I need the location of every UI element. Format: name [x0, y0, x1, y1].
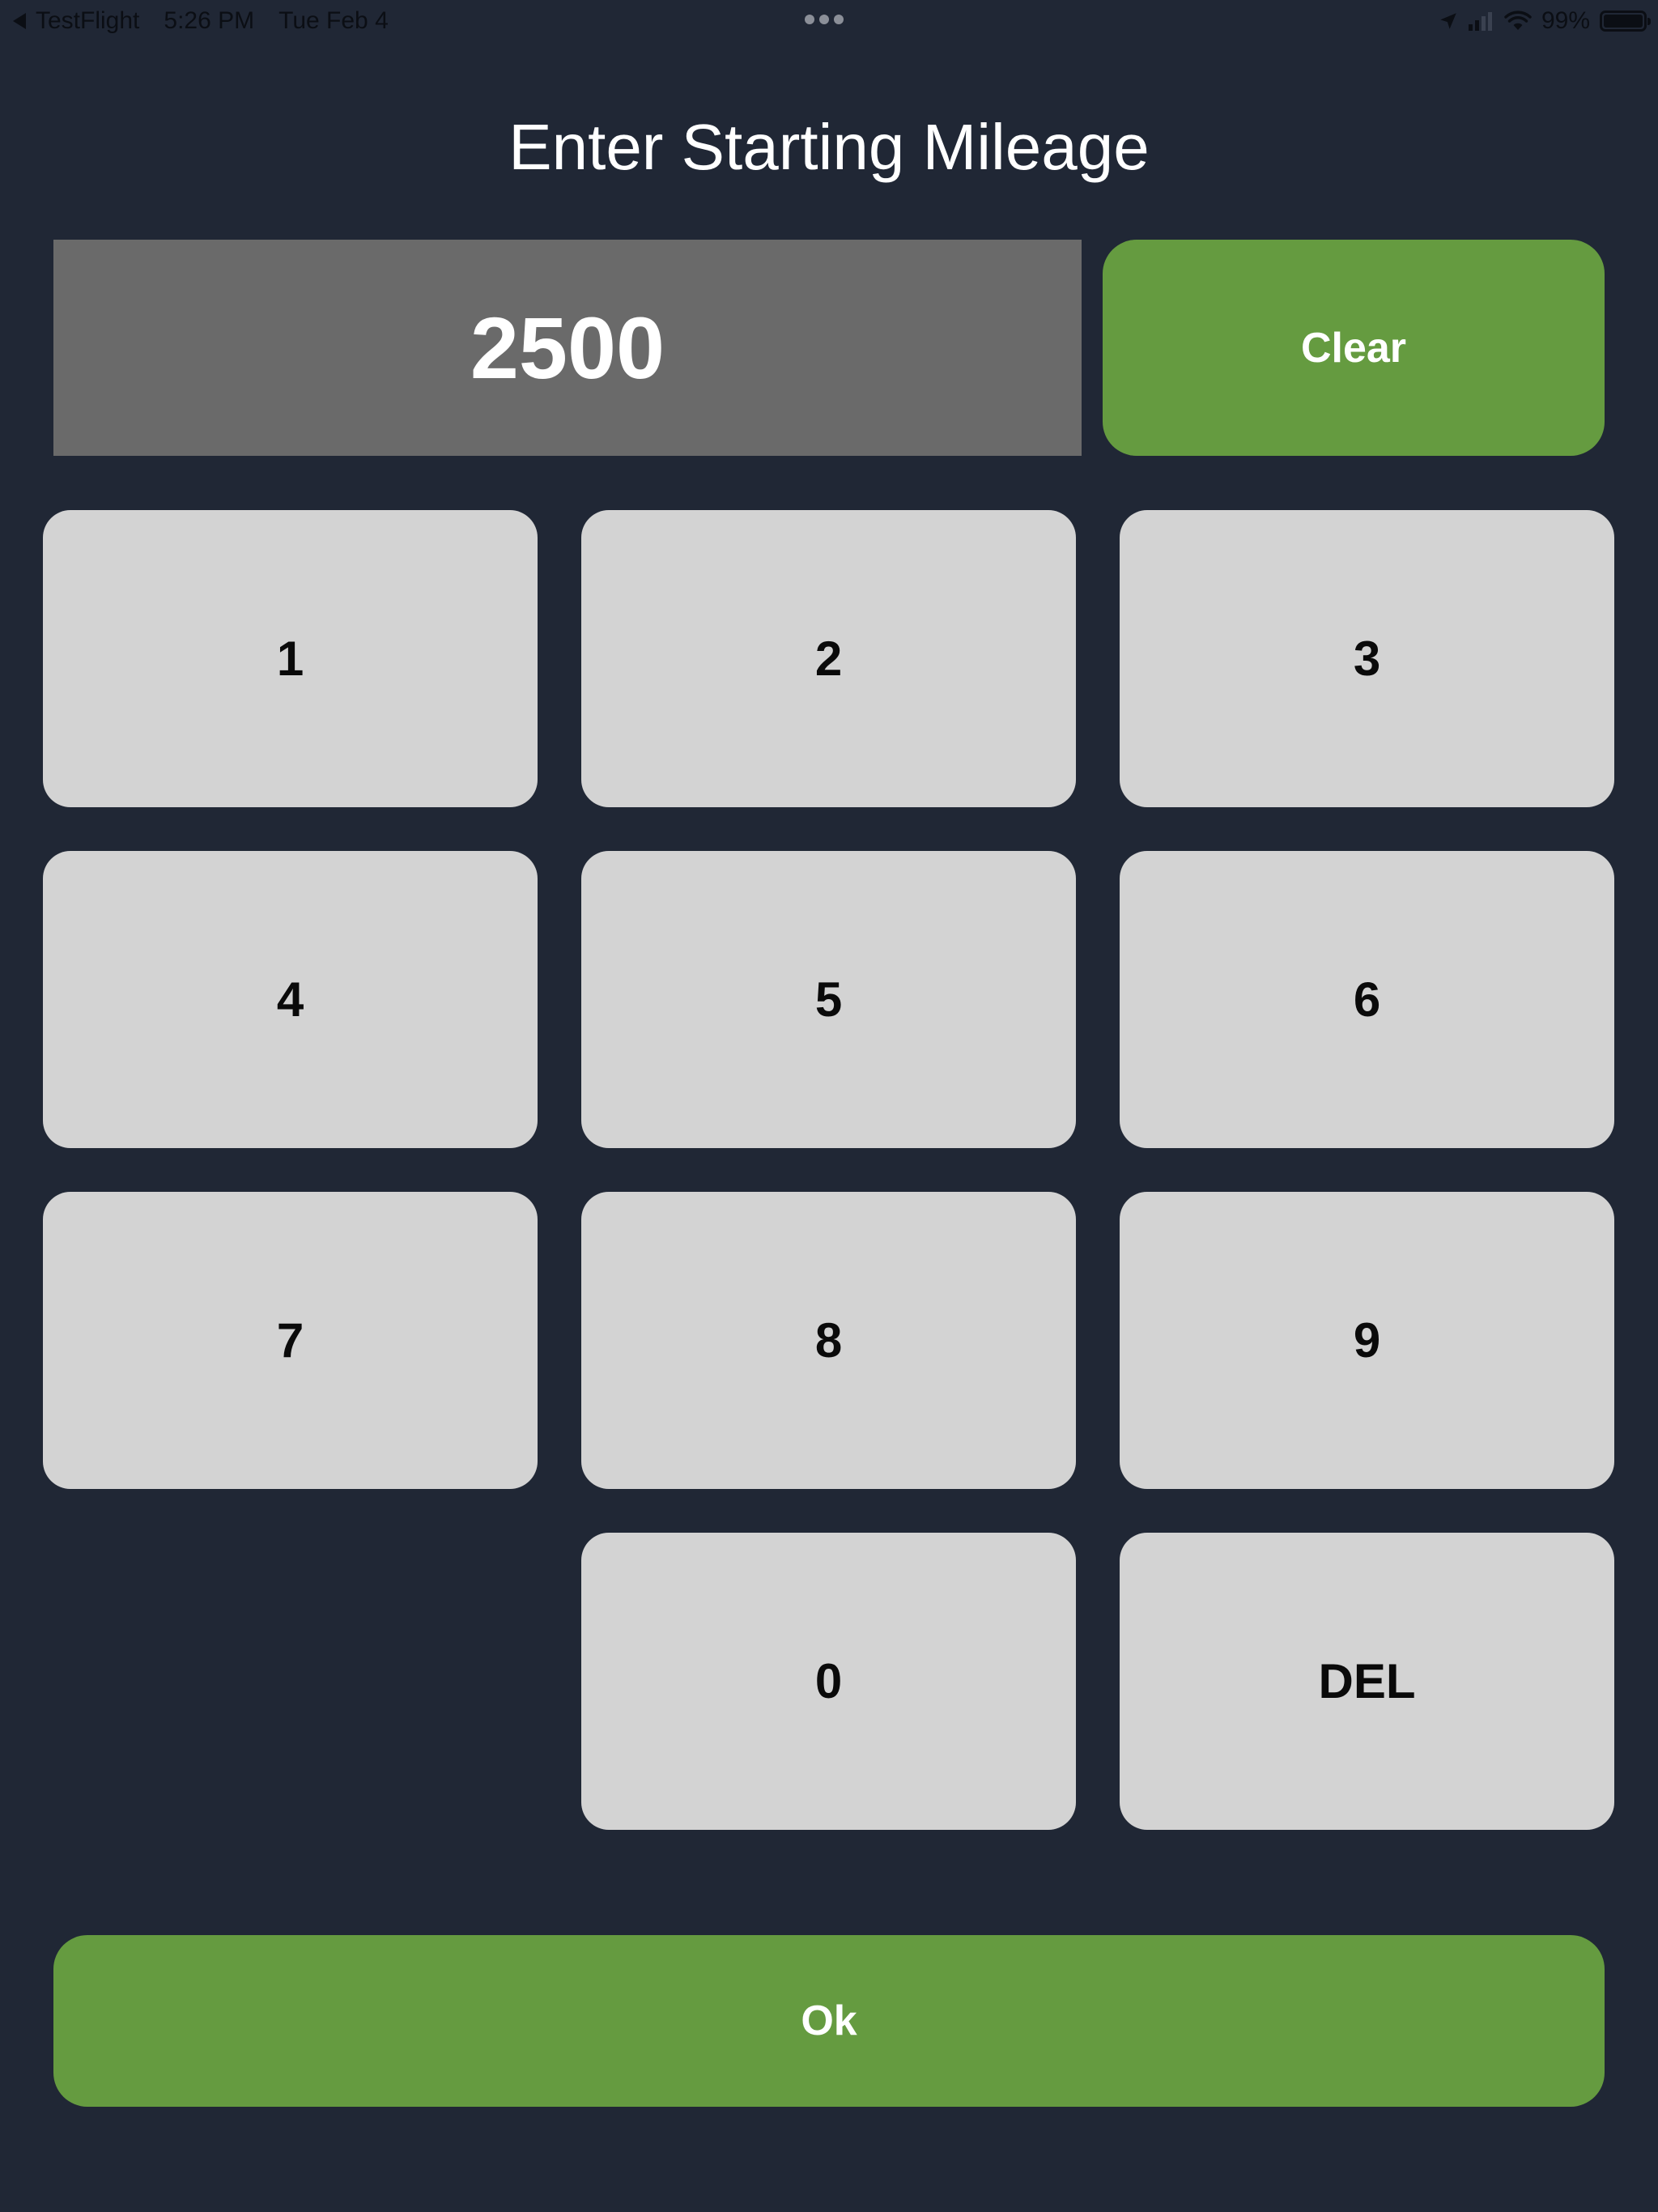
status-bar: TestFlight 5:26 PM Tue Feb 4 99% [0, 0, 1658, 42]
page-title: Enter Starting Mileage [508, 111, 1150, 183]
back-arrow-icon[interactable] [13, 13, 26, 29]
ok-button[interactable]: Ok [53, 1935, 1605, 2107]
cell-signal-icon [1468, 11, 1494, 31]
status-left[interactable]: TestFlight 5:26 PM Tue Feb 4 [13, 6, 413, 36]
location-arrow-icon [1440, 13, 1456, 29]
key-5[interactable]: 5 [581, 851, 1076, 1148]
multitasking-dots-icon[interactable] [805, 15, 848, 24]
battery-icon [1600, 11, 1651, 32]
key-8[interactable]: 8 [581, 1192, 1076, 1489]
key-4[interactable]: 4 [43, 851, 538, 1148]
clear-button[interactable]: Clear [1103, 240, 1605, 456]
back-app-label[interactable]: TestFlight [36, 7, 139, 35]
key-9[interactable]: 9 [1120, 1192, 1614, 1489]
key-0[interactable]: 0 [581, 1533, 1076, 1830]
mileage-display: 2500 [53, 240, 1082, 456]
key-6[interactable]: 6 [1120, 851, 1614, 1148]
status-date: Tue Feb 4 [278, 7, 389, 34]
delete-button[interactable]: DEL [1120, 1533, 1614, 1830]
status-time: 5:26 PM [164, 7, 255, 34]
key-1[interactable]: 1 [43, 510, 538, 807]
status-right: 99% [1428, 6, 1651, 36]
key-2[interactable]: 2 [581, 510, 1076, 807]
battery-percent: 99% [1541, 7, 1590, 34]
key-7[interactable]: 7 [43, 1192, 538, 1489]
key-3[interactable]: 3 [1120, 510, 1614, 807]
wifi-icon [1504, 11, 1532, 30]
